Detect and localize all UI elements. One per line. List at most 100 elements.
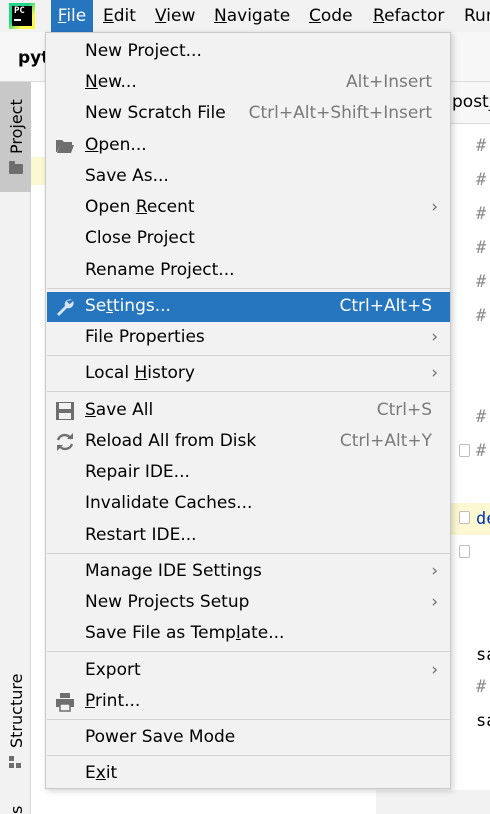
menu-item-local-history[interactable]: Local History ›: [47, 359, 450, 389]
print-icon: [56, 693, 74, 712]
menu-separator: [47, 651, 450, 652]
menu-item-open-recent[interactable]: Open Recent ›: [47, 193, 450, 223]
menu-run[interactable]: Run: [462, 0, 490, 32]
menu-item-restart-ide[interactable]: Restart IDE...: [47, 521, 450, 551]
menu-item-label: Rename Project...: [85, 260, 235, 280]
editor-bottom-strip: [376, 790, 490, 814]
menu-separator: [47, 355, 450, 356]
chevron-right-icon: ›: [431, 327, 438, 347]
menu-item-label: Open Recent: [85, 197, 195, 217]
menu-item-label: Exit: [85, 763, 118, 783]
editor-line: #: [476, 204, 487, 224]
menu-item-file-properties[interactable]: File Properties ›: [47, 323, 450, 353]
wrench-icon: [57, 299, 74, 316]
menu-item-power-save-mode[interactable]: Power Save Mode: [47, 723, 450, 753]
structure-tab-label[interactable]: Structure: [7, 674, 26, 748]
menu-item-label: Settings...: [85, 296, 171, 316]
bottom-tab-label[interactable]: s: [7, 806, 26, 814]
editor-line: #: [476, 238, 487, 258]
menu-shortcut: Ctrl+Alt+Shift+Insert: [248, 103, 432, 123]
menu-file[interactable]: File: [51, 0, 93, 32]
menu-item-label: Print...: [85, 691, 141, 711]
menu-item-label: Save File as Template...: [85, 623, 285, 643]
menu-item-new[interactable]: New... Alt+Insert: [47, 68, 450, 98]
editor-line: sa: [476, 645, 490, 665]
menu-shortcut: Alt+Insert: [345, 72, 432, 92]
chevron-right-icon: ›: [431, 660, 438, 680]
editor-line: #: [476, 306, 487, 326]
fold-icon[interactable]: [459, 444, 470, 457]
menu-item-label: Power Save Mode: [85, 727, 236, 747]
menu-item-label: New Projects Setup: [85, 592, 250, 612]
project-tab-label: Project: [7, 99, 26, 154]
menu-item-close-project[interactable]: Close Project: [47, 224, 450, 254]
editor-line: #: [476, 407, 487, 427]
chevron-right-icon: ›: [431, 363, 438, 383]
menu-item-manage-ide-settings[interactable]: Manage IDE Settings ›: [47, 557, 450, 587]
menu-edit[interactable]: Edit: [101, 0, 138, 32]
chevron-right-icon: ›: [431, 197, 438, 217]
file-menu-dropdown: New Project... New... Alt+Insert New Scr…: [45, 32, 451, 789]
menu-separator: [47, 391, 450, 392]
menu-item-label: New...: [85, 72, 137, 92]
structure-icon: [9, 756, 23, 770]
menu-item-export[interactable]: Export ›: [47, 656, 450, 686]
menu-separator: [47, 553, 450, 554]
menu-item-label: Open...: [85, 135, 147, 155]
menu-code[interactable]: Code: [307, 0, 355, 32]
fold-icon[interactable]: [459, 545, 470, 558]
editor-line: #: [476, 170, 487, 190]
menu-separator: [47, 755, 450, 756]
menu-item-exit[interactable]: Exit: [47, 759, 450, 789]
menu-item-new-projects-setup[interactable]: New Projects Setup ›: [47, 588, 450, 618]
menu-item-label: Save As...: [85, 166, 169, 186]
menu-shortcut: Ctrl+Alt+S: [339, 296, 432, 316]
menu-item-save-file-as-template[interactable]: Save File as Template...: [47, 619, 450, 649]
pycharm-logo-icon: PC: [9, 3, 35, 29]
menu-item-label: Export: [85, 660, 141, 680]
project-panel-bottom: [31, 790, 376, 814]
menu-item-label: Manage IDE Settings: [85, 561, 262, 581]
menu-item-open[interactable]: Open...: [47, 131, 450, 161]
menu-item-label: Local History: [85, 363, 195, 383]
menu-item-new-project[interactable]: New Project...: [47, 37, 450, 67]
menu-item-invalidate-caches[interactable]: Invalidate Caches...: [47, 489, 450, 519]
menu-item-save-all[interactable]: Save All Ctrl+S: [47, 396, 450, 426]
menu-item-label: New Scratch File: [85, 103, 226, 123]
menu-item-repair-ide[interactable]: Repair IDE...: [47, 458, 450, 488]
menu-shortcut: Ctrl+Alt+Y: [339, 431, 432, 451]
editor-line: #: [476, 441, 487, 461]
menu-item-print[interactable]: Print...: [47, 687, 450, 717]
folder-icon: [9, 161, 23, 174]
editor-line: #: [476, 136, 487, 156]
chevron-right-icon: ›: [431, 592, 438, 612]
menu-item-settings[interactable]: Settings... Ctrl+Alt+S: [47, 292, 450, 322]
project-selected-row: [31, 157, 45, 185]
menu-navigate[interactable]: Navigate: [212, 0, 292, 32]
reload-icon: [56, 433, 74, 451]
menu-refactor[interactable]: Refactor: [371, 0, 446, 32]
menu-separator: [47, 288, 450, 289]
save-icon: [56, 402, 74, 420]
menu-item-reload-all[interactable]: Reload All from Disk Ctrl+Alt+Y: [47, 427, 450, 457]
editor-tab-label: post_: [452, 92, 490, 112]
menu-item-label: Restart IDE...: [85, 525, 197, 545]
logo-text: PC: [14, 6, 25, 16]
menu-view[interactable]: View: [153, 0, 197, 32]
editor-line: #: [476, 677, 487, 697]
menu-item-save-as[interactable]: Save As...: [47, 162, 450, 192]
menu-item-label: Invalidate Caches...: [85, 493, 253, 513]
menu-item-label: New Project...: [85, 41, 202, 61]
menu-separator: [47, 719, 450, 720]
menu-item-label: Reload All from Disk: [85, 431, 257, 451]
menu-item-label: Save All: [85, 400, 154, 420]
fold-icon[interactable]: [459, 511, 470, 524]
tool-tab-project[interactable]: Project: [0, 82, 31, 192]
menu-item-label: Close Project: [85, 228, 195, 248]
menu-item-label: Repair IDE...: [85, 462, 190, 482]
menu-item-label: File Properties: [85, 327, 205, 347]
menu-item-new-scratch-file[interactable]: New Scratch File Ctrl+Alt+Shift+Insert: [47, 99, 450, 129]
menu-item-rename-project[interactable]: Rename Project...: [47, 256, 450, 286]
main-menubar: PC File Edit View Navigate Code Refactor…: [0, 0, 490, 32]
editor-line: #: [476, 272, 487, 292]
